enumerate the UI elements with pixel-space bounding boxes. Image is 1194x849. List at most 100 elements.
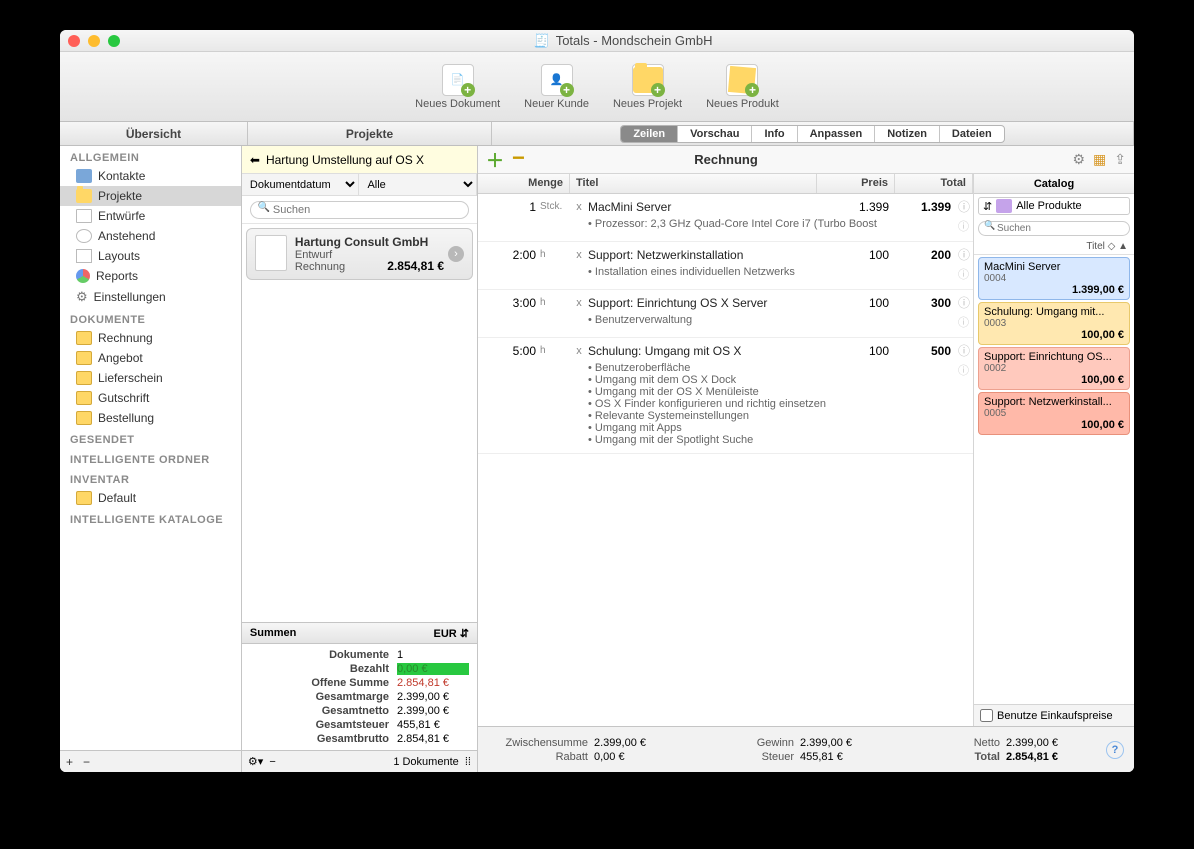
add-button[interactable]: + (66, 755, 73, 769)
sidebar-item-projekte[interactable]: Projekte (60, 186, 241, 206)
sidebar-item-bestellung[interactable]: Bestellung (60, 408, 241, 428)
project-search-input[interactable] (250, 201, 469, 219)
invoice-line[interactable]: 2:00hxSupport: Netzwerkinstallation10020… (478, 242, 973, 290)
catalog-item[interactable]: Support: Netzwerkinstall...0005100,00 € (978, 392, 1130, 435)
sidebar: ALLGEMEIN Kontakte Projekte Entwürfe Ans… (60, 146, 242, 772)
titlebar: 🧾Totals - Mondschein GmbH (60, 30, 1134, 52)
catalog-header: Catalog (974, 174, 1134, 194)
remove-button[interactable]: − (269, 756, 275, 768)
close-icon[interactable] (68, 35, 80, 47)
sidebar-item-entwuerfe[interactable]: Entwürfe (60, 206, 241, 226)
section-intelligente-ordner: INTELLIGENTE ORDNER (60, 448, 241, 468)
catalog-panel: Catalog ⇵Alle Produkte Titel ◇ ▲ MacMini… (974, 174, 1134, 726)
sidebar-item-einstellungen[interactable]: ⚙Einstellungen (60, 286, 241, 308)
all-filter-select[interactable]: Alle (359, 174, 477, 195)
back-arrow-icon: ⬅ (250, 153, 260, 167)
clock-icon (76, 229, 92, 243)
document-icon (255, 235, 287, 271)
window-controls (68, 35, 120, 47)
delivery-icon (76, 371, 92, 385)
catalog-sort[interactable]: Titel ◇ ▲ (974, 239, 1134, 255)
tab-zeilen[interactable]: Zeilen (621, 126, 678, 142)
offer-icon (76, 351, 92, 365)
sidebar-item-layouts[interactable]: Layouts (60, 246, 241, 266)
date-filter-select[interactable]: Dokumentdatum (242, 174, 360, 195)
sidebar-item-anstehend[interactable]: Anstehend (60, 226, 241, 246)
tab-anpassen[interactable]: Anpassen (798, 126, 876, 142)
projects-header: Projekte (248, 122, 492, 145)
sum-currency[interactable]: EUR ⇵ (433, 627, 469, 640)
col-menge[interactable]: Menge (478, 174, 570, 193)
tab-dateien[interactable]: Dateien (940, 126, 1004, 142)
inventory-icon (76, 491, 92, 505)
main-area: ＋ − Rechnung ⚙ ▦ ⇪ Menge Titel Preis Tot… (478, 146, 1134, 772)
order-icon (76, 411, 92, 425)
document-title: Rechnung (478, 152, 974, 167)
remove-button[interactable]: − (83, 755, 90, 769)
share-icon[interactable]: ⇪ (1114, 151, 1126, 168)
view-segmented-control: Zeilen Vorschau Info Anpassen Notizen Da… (620, 125, 1004, 143)
folder-icon (76, 189, 92, 203)
invoice-line[interactable]: 3:00hxSupport: Einrichtung OS X Server10… (478, 290, 973, 338)
new-product-button[interactable]: +Neues Produkt (706, 64, 779, 110)
project-card[interactable]: Hartung Consult GmbH Entwurf Rechnung 2.… (246, 228, 473, 280)
sidebar-footer: + − (60, 750, 241, 772)
catalog-icon (996, 199, 1012, 213)
col-preis[interactable]: Preis (817, 174, 895, 193)
invoice-footer: Zwischensumme2.399,00 € Rabatt0,00 € Gew… (478, 726, 1134, 772)
minimize-icon[interactable] (88, 35, 100, 47)
section-inventar: INVENTAR (60, 468, 241, 488)
new-document-button[interactable]: 📄+Neues Dokument (415, 64, 500, 110)
app-icon: 🧾 (534, 33, 550, 49)
col-total[interactable]: Total (895, 174, 973, 193)
zoom-icon[interactable] (108, 35, 120, 47)
projects-column: ⬅Hartung Umstellung auf OS X Dokumentdat… (242, 146, 478, 772)
sidebar-item-kontakte[interactable]: Kontakte (60, 166, 241, 186)
card-amount: 2.854,81 € (387, 259, 444, 273)
sidebar-header: Übersicht (60, 122, 248, 145)
app-window: 🧾Totals - Mondschein GmbH 📄+Neues Dokume… (60, 30, 1134, 772)
use-purchase-prices-checkbox[interactable] (980, 709, 993, 722)
catalog-item[interactable]: MacMini Server00041.399,00 € (978, 257, 1130, 300)
sidebar-item-rechnung[interactable]: Rechnung (60, 328, 241, 348)
layout-icon (76, 249, 92, 263)
plus-icon: + (651, 83, 665, 97)
tab-vorschau[interactable]: Vorschau (678, 126, 752, 142)
go-arrow-icon[interactable]: › (448, 246, 464, 262)
toolbar: 📄+Neues Dokument 👤+Neuer Kunde +Neues Pr… (60, 52, 1134, 122)
use-purchase-prices-label: Benutze Einkaufspreise (997, 710, 1113, 722)
plus-icon: + (461, 83, 475, 97)
doc-count: 1 Dokumente (393, 756, 458, 768)
tab-notizen[interactable]: Notizen (875, 126, 940, 142)
sidebar-item-gutschrift[interactable]: Gutschrift (60, 388, 241, 408)
sidebar-item-reports[interactable]: Reports (60, 266, 241, 286)
project-breadcrumb[interactable]: ⬅Hartung Umstellung auf OS X (242, 146, 477, 174)
grid-icon[interactable]: ▦ (1093, 151, 1106, 168)
section-gesendet: GESENDET (60, 428, 241, 448)
plus-icon: + (745, 83, 759, 97)
catalog-item[interactable]: Schulung: Umgang mit...0003100,00 € (978, 302, 1130, 345)
col-titel[interactable]: Titel (570, 174, 817, 193)
grip-icon[interactable]: ⁞⁞ (465, 756, 471, 768)
plus-icon: + (560, 83, 574, 97)
sidebar-item-default[interactable]: Default (60, 488, 241, 508)
sidebar-item-lieferschein[interactable]: Lieferschein (60, 368, 241, 388)
new-customer-button[interactable]: 👤+Neuer Kunde (524, 64, 589, 110)
credit-icon (76, 391, 92, 405)
card-name: Hartung Consult GmbH (295, 235, 464, 249)
catalog-item[interactable]: Support: Einrichtung OS...0002100,00 € (978, 347, 1130, 390)
catalog-search-input[interactable] (978, 221, 1130, 236)
sidebar-item-angebot[interactable]: Angebot (60, 348, 241, 368)
catalog-filter-select[interactable]: ⇵Alle Produkte (978, 197, 1130, 215)
gear-button[interactable]: ⚙▾ (248, 756, 263, 768)
gear-icon[interactable]: ⚙ (1072, 151, 1085, 168)
main-header: Zeilen Vorschau Info Anpassen Notizen Da… (492, 122, 1134, 145)
new-project-button[interactable]: +Neues Projekt (613, 64, 682, 110)
sum-title: Summen (250, 627, 296, 639)
invoice-line[interactable]: 1Stck.xMacMini Server1.3991.399ⓘ Prozess… (478, 194, 973, 242)
invoice-line[interactable]: 5:00hxSchulung: Umgang mit OS X100500ⓘ B… (478, 338, 973, 454)
contacts-icon (76, 169, 92, 183)
help-button[interactable]: ? (1106, 741, 1124, 759)
section-intelligente-kataloge: INTELLIGENTE KATALOGE (60, 508, 241, 528)
tab-info[interactable]: Info (752, 126, 797, 142)
